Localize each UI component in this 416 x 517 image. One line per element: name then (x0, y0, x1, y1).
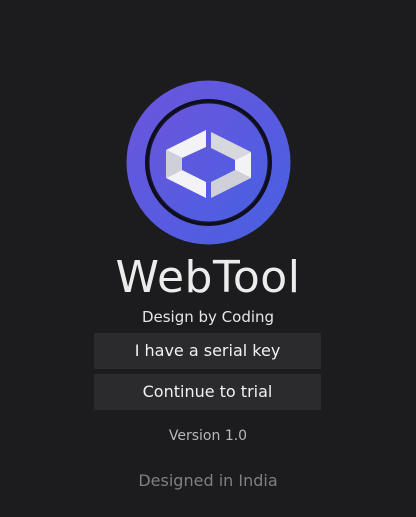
splash-screen: WebTool Design by Coding I have a serial… (0, 0, 416, 517)
serial-key-button[interactable]: I have a serial key (94, 333, 321, 369)
box-outline-icon (126, 80, 291, 245)
version-label: Version 1.0 (168, 428, 248, 444)
continue-trial-button[interactable]: Continue to trial (94, 374, 321, 410)
app-logo (126, 80, 291, 245)
app-tagline: Design by Coding (141, 308, 275, 326)
footer-text: Designed in India (138, 471, 278, 490)
app-title: WebTool (115, 252, 301, 303)
